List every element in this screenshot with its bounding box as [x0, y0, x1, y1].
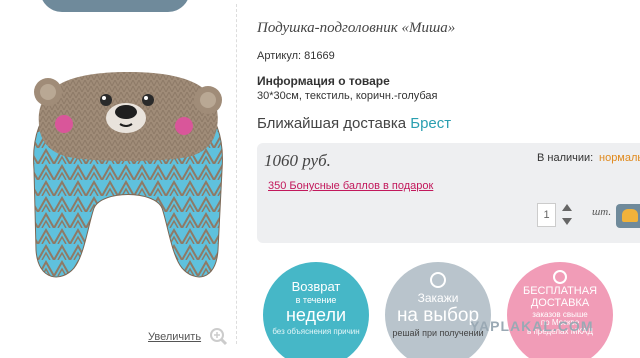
cart-icon [622, 209, 638, 222]
leaf-icon [430, 272, 446, 288]
badge-return-line1: Возврат [291, 279, 341, 294]
zoom-icon[interactable] [208, 326, 228, 346]
info-heading: Информация о товаре [257, 74, 390, 88]
badge-return: Возврат в течение недели без объяснения … [263, 262, 369, 358]
badge-choice: Закажи на выбор решай при получении [385, 262, 491, 358]
product-image[interactable] [22, 20, 234, 350]
stock-label: В наличии: [537, 152, 594, 164]
quantity-up-icon[interactable] [562, 204, 572, 211]
cloud-decoration [40, 0, 190, 12]
info-text: 30*30см, текстиль, коричн.-голубая [257, 90, 438, 102]
watermark: YAPLAKAL.COM [470, 318, 594, 334]
product-article: Артикул: 81669 [257, 50, 335, 62]
quantity-input[interactable]: 1 [537, 203, 556, 227]
stock-value: нормаль [599, 152, 640, 164]
badge-choice-line1: Закажи [417, 291, 459, 305]
product-price: 1060 руб. [264, 151, 331, 170]
bonus-points-link[interactable]: 350 Бонусные баллов в подарок [268, 180, 433, 192]
product-title: Подушка-подголовник «Миша» [257, 20, 456, 36]
badge-return-line3: недели [285, 305, 347, 326]
delivery-line: Ближайшая доставка Брест [257, 115, 451, 132]
top-decoration [0, 0, 640, 344]
zoom-link[interactable]: Увеличить [148, 331, 201, 343]
badge-return-line4: без объяснения причин [272, 326, 360, 336]
quantity-unit: шт. [592, 206, 612, 218]
badge-free-delivery: БЕСПЛАТНАЯ ДОСТАВКА заказов свыше по Мос… [507, 262, 613, 358]
badge-return-line2: в течение [295, 294, 337, 305]
column-divider [236, 4, 238, 344]
delivery-label: Ближайшая доставка [257, 115, 407, 132]
truck-icon [553, 270, 567, 284]
quantity-down-icon[interactable] [562, 218, 572, 225]
delivery-city-link[interactable]: Брест [410, 115, 451, 132]
bear-pillow-image [33, 72, 223, 278]
add-to-cart-button[interactable] [616, 204, 640, 228]
badge-delivery-line2: ДОСТАВКА [530, 296, 590, 309]
badge-delivery-line1: БЕСПЛАТНАЯ [522, 285, 598, 297]
